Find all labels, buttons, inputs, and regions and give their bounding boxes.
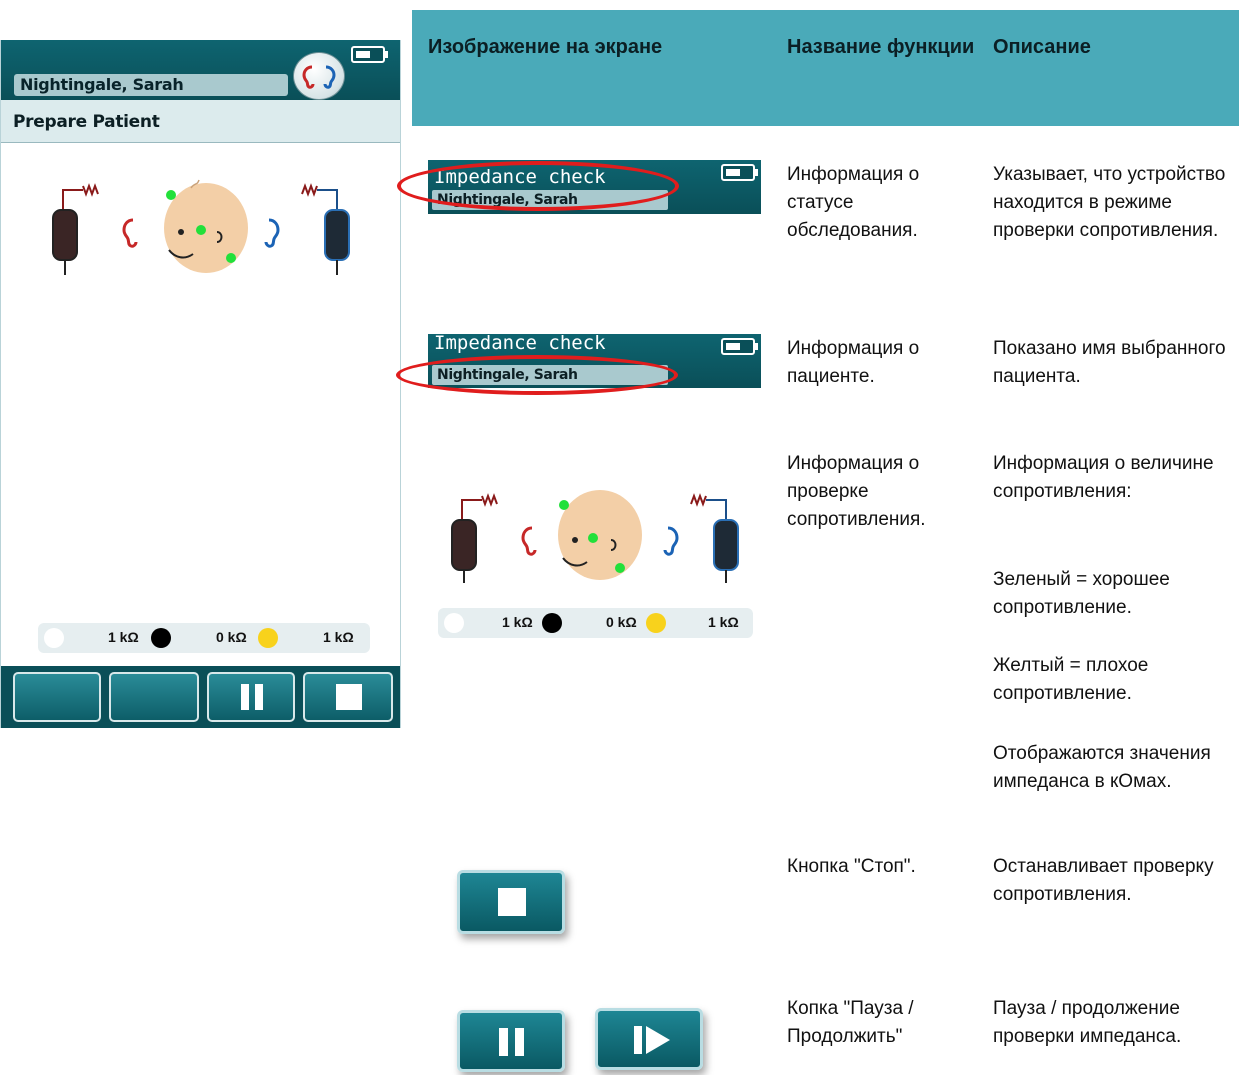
row5-description: Пауза / продолжение проверки импеданса. — [993, 998, 1182, 1047]
highlight-ring-patient — [396, 355, 678, 395]
yellow-electrode-dot — [646, 613, 666, 633]
device-button-bar — [1, 666, 400, 728]
battery-icon — [721, 164, 758, 181]
patient-name-field[interactable]: Nightingale, Sarah — [14, 74, 288, 96]
row4-description: Останавливает проверку сопротивления. — [993, 856, 1214, 905]
black-electrode-dot — [542, 613, 562, 633]
screen-title: Prepare Patient — [13, 112, 160, 132]
screen-title-bar: Prepare Patient — [1, 100, 400, 143]
blank-button-1[interactable] — [13, 672, 101, 722]
row2-function: Информация о пациенте. — [787, 338, 920, 387]
row4-function: Кнопка "Стоп". — [787, 856, 916, 877]
highlight-ring-status — [397, 161, 679, 211]
pause-icon — [499, 1028, 525, 1056]
white-electrode-dot — [44, 628, 64, 648]
row3-description-4: Отображаются значения импеданса в кОмах. — [993, 743, 1211, 792]
battery-icon — [351, 46, 388, 63]
electrode-placement-illustration — [52, 179, 350, 275]
impedance-readout: 1 kΩ 0 kΩ 1 kΩ — [438, 608, 753, 638]
right-transducer-icon — [301, 183, 350, 275]
header-screen-image: Изображение на экране — [428, 36, 663, 58]
blank-button-2[interactable] — [109, 672, 199, 722]
resume-button-sample — [595, 1008, 703, 1070]
white-electrode-value: 1 kΩ — [502, 614, 533, 630]
row5-function: Копка "Пауза / Продолжить" — [787, 998, 914, 1047]
row1-function: Информация о статусе обследования. — [787, 164, 920, 241]
pause-button-sample — [457, 1010, 565, 1072]
right-ear-icon — [264, 218, 280, 248]
pause-button[interactable] — [207, 672, 295, 722]
row3-description-3: Желтый = плохое сопротивление. — [993, 655, 1149, 704]
yellow-electrode-dot — [258, 628, 278, 648]
table-header — [412, 10, 1239, 126]
stop-button[interactable] — [303, 672, 393, 722]
yellow-electrode-value: 1 kΩ — [708, 614, 739, 630]
black-electrode-value: 0 kΩ — [216, 629, 247, 645]
stop-icon — [498, 888, 526, 916]
stop-button-sample — [457, 870, 565, 934]
stop-icon — [336, 684, 362, 710]
row2-description: Показано имя выбранного пациента. — [993, 338, 1226, 387]
battery-icon — [721, 338, 758, 355]
pause-icon — [241, 684, 263, 710]
black-electrode-dot — [151, 628, 171, 648]
row3-description-1: Информация о величине сопротивления: — [993, 453, 1214, 502]
left-ear-icon — [122, 218, 138, 248]
header-description: Описание — [993, 36, 1091, 58]
left-transducer-icon — [52, 183, 99, 275]
row1-description: Указывает, что устройство находится в ре… — [993, 164, 1226, 241]
white-electrode-dot — [444, 613, 464, 633]
white-electrode-value: 1 kΩ — [108, 629, 139, 645]
baby-head-icon — [164, 179, 248, 273]
header-function-name: Название функции — [787, 36, 975, 58]
device-screen: Nightingale, Sarah Prepare Patient 1 kΩ … — [0, 40, 401, 728]
black-electrode-value: 0 kΩ — [606, 614, 637, 630]
status-title: Impedance check — [434, 332, 606, 354]
row3-function: Информация о проверке сопротивления. — [787, 453, 926, 530]
device-header: Nightingale, Sarah — [1, 40, 400, 100]
resume-icon — [634, 1026, 674, 1054]
ear-logo-icon — [293, 52, 345, 100]
electrode-placement-illustration — [451, 490, 739, 583]
yellow-electrode-value: 1 kΩ — [323, 629, 354, 645]
impedance-readout: 1 kΩ 0 kΩ 1 kΩ — [38, 623, 370, 653]
row3-description-2: Зеленый = хорошее сопротивление. — [993, 569, 1170, 618]
